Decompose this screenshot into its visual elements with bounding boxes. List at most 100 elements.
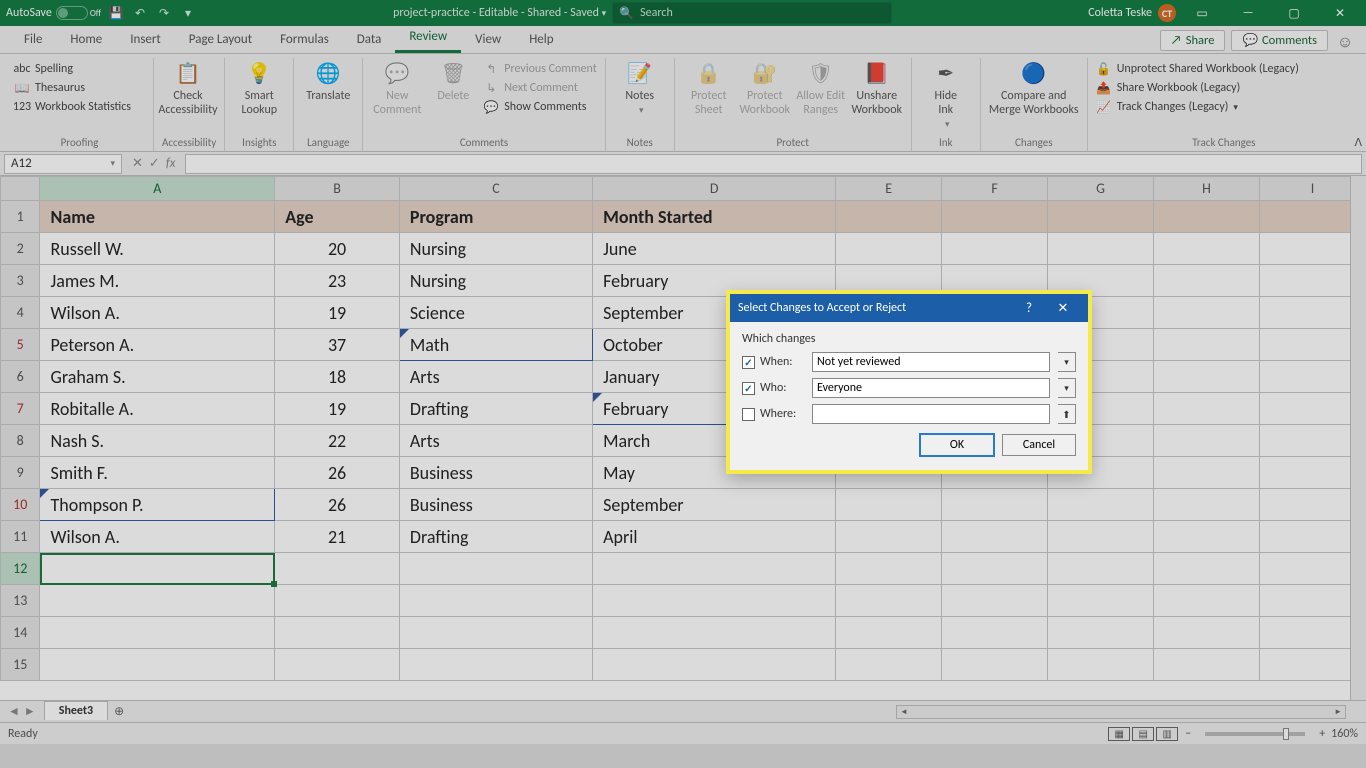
tab-insert[interactable]: Insert bbox=[116, 28, 175, 53]
thesaurus-button[interactable]: 📖Thesaurus bbox=[14, 80, 131, 96]
row-header[interactable]: 6 bbox=[1, 361, 40, 393]
tab-help[interactable]: Help bbox=[515, 28, 567, 53]
share-workbook-legacy-button[interactable]: 📤Share Workbook (Legacy) bbox=[1096, 80, 1299, 96]
cell[interactable]: Arts bbox=[399, 425, 592, 457]
sheet-area[interactable]: A B C D E F G H I 1NameAgeProgramMonth S… bbox=[0, 176, 1366, 700]
qat-customize-icon[interactable]: ▾ bbox=[179, 4, 197, 22]
cell[interactable] bbox=[1154, 553, 1260, 585]
minimize-icon[interactable]: — bbox=[1228, 0, 1268, 26]
row-header[interactable]: 11 bbox=[1, 521, 40, 553]
delete-comment-button[interactable]: 🗑Delete bbox=[427, 58, 479, 104]
cell[interactable] bbox=[40, 553, 275, 585]
cell[interactable] bbox=[836, 489, 942, 521]
formula-input[interactable] bbox=[185, 154, 1362, 174]
page-break-view-button[interactable]: ▥ bbox=[1156, 727, 1178, 741]
cell[interactable]: 20 bbox=[275, 233, 400, 265]
cell[interactable]: Drafting bbox=[399, 521, 592, 553]
unshare-workbook-button[interactable]: 📕Unshare Workbook bbox=[851, 58, 903, 118]
save-icon[interactable]: 💾 bbox=[107, 4, 125, 22]
row-header[interactable]: 3 bbox=[1, 265, 40, 297]
cell[interactable] bbox=[593, 553, 836, 585]
show-comments-button[interactable]: 💬Show Comments bbox=[483, 99, 596, 115]
cell[interactable]: Drafting bbox=[399, 393, 592, 425]
when-input[interactable] bbox=[812, 352, 1050, 372]
cell[interactable] bbox=[275, 585, 400, 617]
autosave-toggle[interactable]: AutoSave Off bbox=[6, 6, 101, 20]
workbook-stats-button[interactable]: 123Workbook Statistics bbox=[14, 99, 131, 115]
where-refedit-icon[interactable]: ⬆ bbox=[1058, 404, 1076, 424]
translate-button[interactable]: 🌐Translate bbox=[302, 58, 354, 104]
cell[interactable] bbox=[1048, 617, 1154, 649]
cell[interactable] bbox=[1154, 585, 1260, 617]
cell[interactable]: 26 bbox=[275, 457, 400, 489]
protect-workbook-button[interactable]: 🔐Protect Workbook bbox=[739, 58, 791, 118]
when-dropdown-icon[interactable]: ▾ bbox=[1058, 352, 1076, 372]
cell[interactable] bbox=[1154, 201, 1260, 233]
cell[interactable] bbox=[1154, 489, 1260, 521]
when-checkbox[interactable]: When: bbox=[742, 355, 804, 369]
cell[interactable] bbox=[275, 553, 400, 585]
cell[interactable]: Age bbox=[275, 201, 400, 233]
cell[interactable] bbox=[1154, 425, 1260, 457]
row-header[interactable]: 2 bbox=[1, 233, 40, 265]
row-header[interactable]: 13 bbox=[1, 585, 40, 617]
cell[interactable]: Thompson P. bbox=[40, 489, 275, 521]
cell[interactable]: Nash S. bbox=[40, 425, 275, 457]
zoom-out-button[interactable]: − bbox=[1185, 727, 1191, 741]
row-header[interactable]: 1 bbox=[1, 201, 40, 233]
cell[interactable] bbox=[942, 649, 1048, 681]
cell[interactable] bbox=[1154, 297, 1260, 329]
cell[interactable] bbox=[1154, 521, 1260, 553]
user-name[interactable]: Coletta Teske bbox=[1088, 6, 1152, 20]
cell[interactable] bbox=[942, 521, 1048, 553]
cell[interactable] bbox=[1048, 585, 1154, 617]
cell[interactable] bbox=[593, 585, 836, 617]
cell[interactable]: September bbox=[593, 489, 836, 521]
cell[interactable]: 37 bbox=[275, 329, 400, 361]
cell[interactable]: 18 bbox=[275, 361, 400, 393]
cell[interactable]: 26 bbox=[275, 489, 400, 521]
spreadsheet-grid[interactable]: A B C D E F G H I 1NameAgeProgramMonth S… bbox=[0, 176, 1366, 681]
cell[interactable] bbox=[40, 617, 275, 649]
zoom-in-button[interactable]: + bbox=[1319, 727, 1325, 741]
cell[interactable]: Program bbox=[399, 201, 592, 233]
cancel-formula-icon[interactable]: ✕ bbox=[132, 156, 143, 171]
dialog-help-icon[interactable]: ? bbox=[1012, 294, 1046, 322]
cell[interactable] bbox=[836, 201, 942, 233]
hide-ink-button[interactable]: ✒Hide Ink bbox=[920, 58, 972, 130]
close-icon[interactable]: ✕ bbox=[1320, 0, 1360, 26]
cell[interactable] bbox=[942, 553, 1048, 585]
cell[interactable] bbox=[836, 233, 942, 265]
cell[interactable]: Robitalle A. bbox=[40, 393, 275, 425]
tab-data[interactable]: Data bbox=[343, 28, 396, 53]
sheet-nav-next-icon[interactable]: ► bbox=[24, 704, 36, 719]
cell[interactable]: Smith F. bbox=[40, 457, 275, 489]
col-header-A[interactable]: A bbox=[40, 177, 275, 201]
user-avatar[interactable]: CT bbox=[1158, 4, 1176, 22]
cell[interactable] bbox=[399, 617, 592, 649]
row-header[interactable]: 8 bbox=[1, 425, 40, 457]
cell[interactable]: 23 bbox=[275, 265, 400, 297]
cell[interactable] bbox=[942, 617, 1048, 649]
protect-sheet-button[interactable]: 🔒Protect Sheet bbox=[683, 58, 735, 118]
col-header-F[interactable]: F bbox=[942, 177, 1048, 201]
unprotect-shared-button[interactable]: 🔓Unprotect Shared Workbook (Legacy) bbox=[1096, 61, 1299, 77]
cell[interactable] bbox=[399, 649, 592, 681]
check-accessibility-button[interactable]: 📋Check Accessibility bbox=[162, 58, 214, 118]
feedback-icon[interactable]: ☺ bbox=[1334, 31, 1356, 53]
tab-file[interactable]: File bbox=[10, 28, 56, 53]
collapse-ribbon-icon[interactable]: ᐱ bbox=[1354, 136, 1362, 149]
cell[interactable]: 22 bbox=[275, 425, 400, 457]
tab-page-layout[interactable]: Page Layout bbox=[175, 28, 266, 53]
cell[interactable] bbox=[1048, 233, 1154, 265]
cell[interactable]: Wilson A. bbox=[40, 297, 275, 329]
cell[interactable]: April bbox=[593, 521, 836, 553]
cell[interactable] bbox=[399, 585, 592, 617]
previous-comment-button[interactable]: ↰Previous Comment bbox=[483, 61, 596, 77]
who-dropdown-icon[interactable]: ▾ bbox=[1058, 378, 1076, 398]
cell[interactable] bbox=[1154, 649, 1260, 681]
cell[interactable] bbox=[942, 201, 1048, 233]
cell[interactable] bbox=[1048, 553, 1154, 585]
enter-formula-icon[interactable]: ✓ bbox=[149, 156, 160, 171]
cell[interactable] bbox=[593, 649, 836, 681]
